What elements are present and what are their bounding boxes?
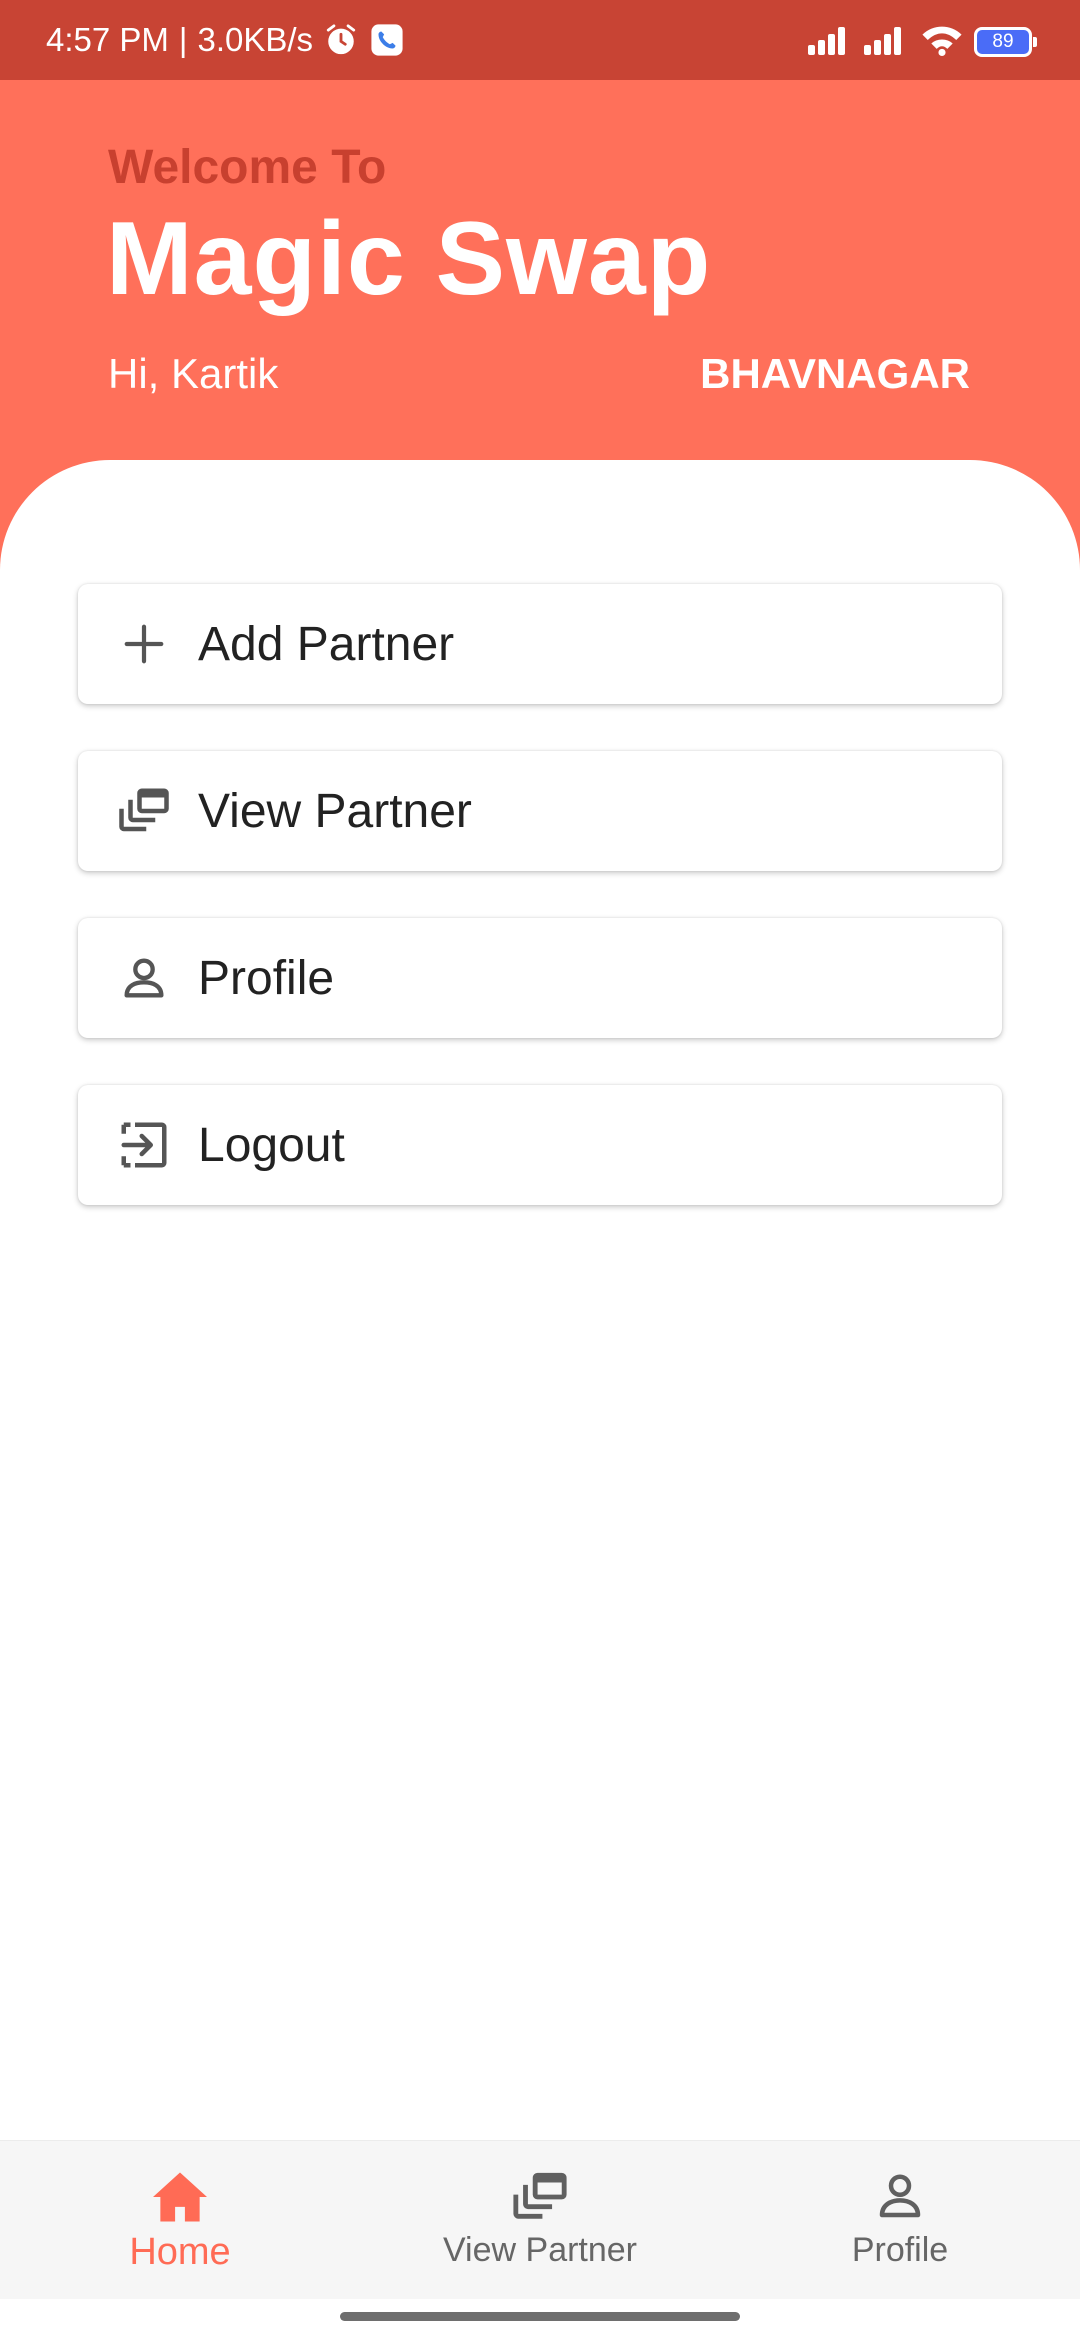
home-indicator[interactable] <box>340 2312 740 2321</box>
status-left: 4:57 PM | 3.0KB/s <box>46 20 405 60</box>
nav-home-label: Home <box>129 2231 231 2273</box>
status-time: 4:57 PM <box>46 21 169 58</box>
nav-home[interactable]: Home <box>60 2169 300 2274</box>
signal-icon <box>864 25 910 60</box>
add-partner-button[interactable]: Add Partner <box>78 584 1002 704</box>
person-icon <box>116 950 172 1006</box>
welcome-label: Welcome To <box>108 141 387 194</box>
home-icon <box>150 2169 210 2225</box>
profile-label: Profile <box>198 951 335 1005</box>
nav-view-partner[interactable]: View Partner <box>420 2169 660 2270</box>
status-network-speed: 3.0KB/s <box>197 21 314 58</box>
status-right: 89 <box>808 22 1037 62</box>
logout-button[interactable]: Logout <box>78 1085 1002 1205</box>
app-screen: 4:57 PM | 3.0KB/s 89 Welcome To Magic Sw… <box>0 0 1080 2340</box>
status-separator: | <box>178 21 188 58</box>
wifi-icon <box>920 24 964 61</box>
bottom-navigation: Home View Partner Profile <box>0 2140 1080 2299</box>
nav-view-partner-label: View Partner <box>442 2231 638 2269</box>
view-partner-button[interactable]: View Partner <box>78 751 1002 871</box>
battery-level: 89 <box>992 31 1014 52</box>
alarm-icon <box>323 22 359 58</box>
person-icon <box>870 2169 930 2225</box>
battery-icon: 89 <box>974 27 1037 57</box>
city-label: BHAVNAGAR <box>700 350 970 397</box>
menu-sheet: Add Partner View Partner Profile Logout <box>0 460 1080 2140</box>
profile-button[interactable]: Profile <box>78 918 1002 1038</box>
logout-icon <box>116 1117 172 1173</box>
signal-icon <box>808 25 854 60</box>
app-title: Magic Swap <box>106 201 712 317</box>
phone-call-icon <box>369 22 405 58</box>
add-partner-label: Add Partner <box>198 617 455 671</box>
logout-label: Logout <box>198 1118 345 1172</box>
stacked-windows-icon <box>510 2169 570 2225</box>
plus-icon <box>116 616 172 672</box>
status-bar: 4:57 PM | 3.0KB/s 89 <box>0 0 1080 80</box>
user-greeting: Hi, Kartik <box>108 350 279 397</box>
stacked-windows-icon <box>116 783 172 839</box>
view-partner-label: View Partner <box>198 784 472 838</box>
nav-profile-label: Profile <box>851 2231 949 2269</box>
nav-profile[interactable]: Profile <box>780 2169 1020 2270</box>
